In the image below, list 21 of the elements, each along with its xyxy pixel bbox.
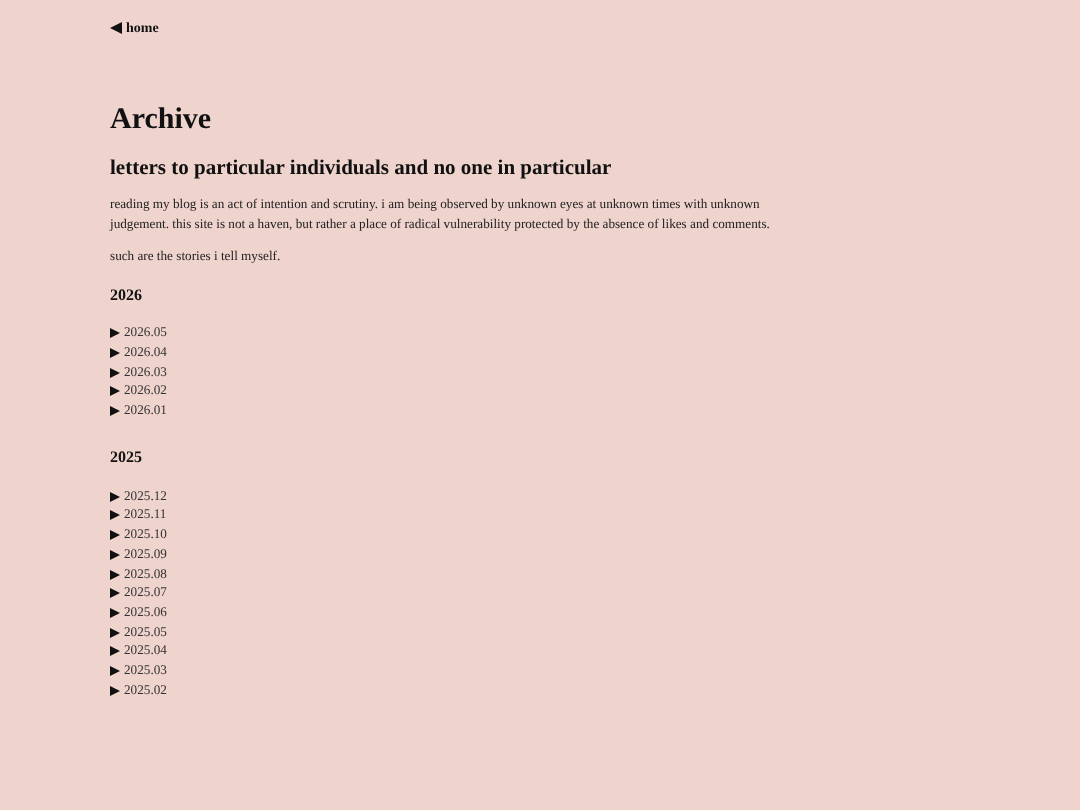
page-title: Archive bbox=[110, 104, 214, 138]
caret-right-icon[interactable] bbox=[110, 510, 120, 521]
caret-right-icon[interactable] bbox=[110, 406, 120, 417]
caret-right-icon[interactable] bbox=[110, 549, 120, 560]
caret-right-icon[interactable] bbox=[110, 665, 120, 676]
caret-right-icon[interactable] bbox=[110, 627, 120, 638]
caret-right-icon[interactable] bbox=[110, 348, 120, 359]
caret-right-icon[interactable] bbox=[110, 491, 120, 502]
caret-right-icon[interactable] bbox=[110, 530, 120, 541]
caret-right-icon[interactable] bbox=[110, 607, 120, 618]
caret-right-icon[interactable] bbox=[110, 646, 120, 657]
caret-right-icon[interactable] bbox=[110, 367, 120, 378]
back-arrow-icon bbox=[110, 22, 122, 34]
caret-right-icon[interactable] bbox=[110, 685, 120, 696]
caret-right-icon[interactable] bbox=[110, 386, 120, 397]
year-heading: 2025 bbox=[110, 448, 144, 467]
caret-right-icon[interactable] bbox=[110, 569, 120, 580]
caret-right-icon[interactable] bbox=[110, 328, 120, 339]
year-heading: 2026 bbox=[110, 286, 144, 304]
page-subtitle: letters to particular individuals and no one in particular bbox=[110, 158, 614, 180]
caret-right-icon[interactable] bbox=[110, 588, 120, 599]
